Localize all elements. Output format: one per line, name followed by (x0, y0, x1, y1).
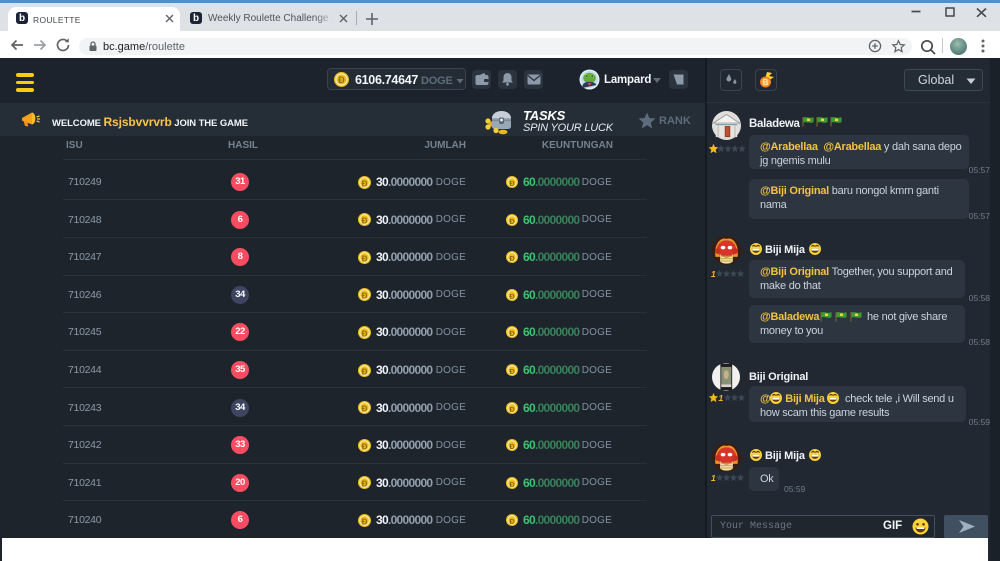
svg-text:Đ: Đ (509, 329, 515, 338)
svg-text:Đ: Đ (362, 480, 368, 489)
svg-text:Đ: Đ (509, 292, 515, 301)
svg-text:Đ: Đ (362, 405, 368, 414)
svg-text:Đ: Đ (362, 367, 368, 376)
svg-text:Đ: Đ (362, 518, 368, 527)
svg-text:Đ: Đ (362, 217, 368, 226)
svg-text:Đ: Đ (362, 330, 368, 339)
svg-text:Đ: Đ (509, 254, 515, 263)
svg-text:B: B (763, 78, 769, 87)
svg-text:Đ: Đ (509, 517, 515, 526)
svg-text:1: 1 (711, 269, 716, 278)
svg-text:Đ: Đ (362, 179, 368, 188)
svg-text:Đ: Đ (362, 254, 368, 263)
svg-text:Đ: Đ (338, 75, 345, 85)
svg-text:Đ: Đ (509, 216, 515, 225)
svg-text:1: 1 (719, 393, 724, 402)
svg-text:Đ: Đ (362, 292, 368, 301)
svg-text:1: 1 (711, 473, 716, 482)
svg-text:Đ: Đ (509, 442, 515, 451)
svg-text:Đ: Đ (509, 367, 515, 376)
svg-text:Đ: Đ (509, 480, 515, 489)
svg-text:Đ: Đ (362, 442, 368, 451)
svg-text:Đ: Đ (509, 179, 515, 188)
svg-text:Đ: Đ (509, 404, 515, 413)
